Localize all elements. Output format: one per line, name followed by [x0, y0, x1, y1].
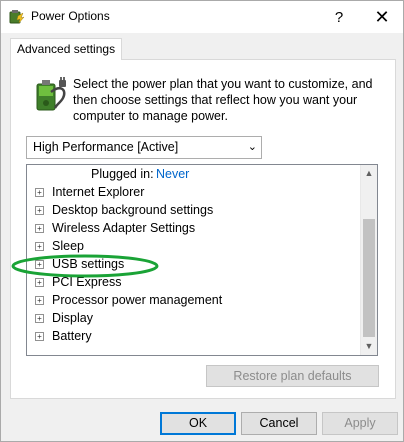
plugged-in-label: Plugged in:: [91, 167, 154, 181]
tree-item-label: Sleep: [52, 239, 84, 253]
ok-button[interactable]: OK: [160, 412, 236, 435]
title-bar[interactable]: Power Options ? ✕: [1, 1, 403, 33]
close-button[interactable]: ✕: [361, 1, 403, 33]
tree-item-usb-settings[interactable]: + USB settings: [35, 255, 124, 273]
expand-icon[interactable]: +: [35, 296, 44, 306]
tree-item-desktop-background[interactable]: + Desktop background settings: [35, 201, 213, 219]
expand-icon[interactable]: +: [35, 332, 44, 342]
instructions-text: Select the power plan that you want to c…: [73, 77, 373, 123]
expand-icon[interactable]: +: [35, 260, 44, 270]
tree-item-label: USB settings: [52, 257, 125, 271]
plugged-in-row: Plugged in: Never: [27, 165, 361, 183]
tree-item-pci-express[interactable]: + PCI Express: [35, 273, 121, 291]
power-options-icon: [9, 10, 25, 24]
scroll-up-icon[interactable]: ▲: [361, 165, 377, 182]
power-options-dialog: Power Options ? ✕ Advanced settings Sele…: [0, 0, 404, 442]
tab-advanced-settings[interactable]: Advanced settings: [10, 38, 123, 60]
vertical-scrollbar[interactable]: ▲ ▼: [360, 165, 377, 355]
window-title: Power Options: [31, 9, 110, 23]
power-plan-dropdown[interactable]: High Performance [Active] ⌄: [26, 136, 262, 159]
tree-item-battery[interactable]: + Battery: [35, 327, 92, 345]
help-button[interactable]: ?: [321, 1, 357, 33]
power-plan-selected: High Performance [Active]: [33, 140, 179, 154]
expand-icon[interactable]: +: [35, 314, 44, 324]
battery-power-icon: [36, 77, 66, 111]
tree-item-label: Battery: [52, 329, 92, 343]
tree-item-internet-explorer[interactable]: + Internet Explorer: [35, 183, 144, 201]
expand-icon[interactable]: +: [35, 242, 44, 252]
expand-icon[interactable]: +: [35, 206, 44, 216]
tree-item-label: Processor power management: [52, 293, 223, 307]
tree-item-sleep[interactable]: + Sleep: [35, 237, 84, 255]
tree-item-wireless-adapter[interactable]: + Wireless Adapter Settings: [35, 219, 195, 237]
cancel-button[interactable]: Cancel: [241, 412, 317, 435]
tree-item-processor-power[interactable]: + Processor power management: [35, 291, 222, 309]
apply-button[interactable]: Apply: [322, 412, 398, 435]
expand-icon[interactable]: +: [35, 188, 44, 198]
tree-item-display[interactable]: + Display: [35, 309, 93, 327]
plugged-in-value[interactable]: Never: [156, 167, 189, 181]
tree-item-label: Desktop background settings: [52, 203, 214, 217]
tree-item-label: Wireless Adapter Settings: [52, 221, 196, 235]
advanced-settings-panel: Select the power plan that you want to c…: [10, 59, 396, 399]
expand-icon[interactable]: +: [35, 224, 44, 234]
scroll-down-icon[interactable]: ▼: [361, 338, 377, 355]
tree-item-label: PCI Express: [52, 275, 122, 289]
tree-item-label: Internet Explorer: [52, 185, 145, 199]
tree-item-label: Display: [52, 311, 93, 325]
chevron-down-icon: ⌄: [247, 141, 257, 153]
restore-plan-defaults-button[interactable]: Restore plan defaults: [206, 365, 379, 387]
settings-tree[interactable]: Plugged in: Never + Internet Explorer + De…: [26, 164, 378, 356]
expand-icon[interactable]: +: [35, 278, 44, 288]
scroll-thumb[interactable]: [363, 219, 375, 337]
